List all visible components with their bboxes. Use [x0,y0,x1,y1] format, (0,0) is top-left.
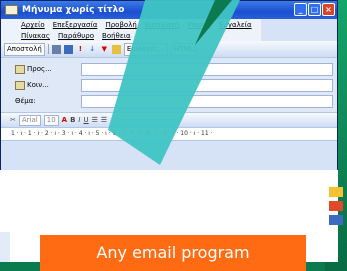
send-button[interactable]: Αποστολή [4,42,45,56]
address-book-icon [15,80,25,90]
toolbar-separator [47,44,49,54]
close-icon[interactable]: × [322,3,335,16]
to-row: Προς... [1,61,337,77]
address-book-icon [15,64,25,74]
menu-insert[interactable]: Εισαγωγή [145,21,179,30]
view-switch[interactable] [0,232,10,262]
menu-view[interactable]: Προβολή [105,21,136,30]
bold-icon[interactable]: B [70,116,75,124]
side-decoration [325,183,345,253]
menu-bar: Αρχείο Επεξεργασία Προβολή Εισαγωγή Μορφ… [1,19,261,41]
ruler: 1 · ı · 1 · ı · 2 · ı · 3 · ı · 4 · ı · … [1,127,337,141]
menu-help[interactable]: Βοήθεια [102,32,131,41]
align-left-icon[interactable]: ☰ [92,116,98,124]
font-select[interactable]: Arial [18,114,41,126]
menu-format[interactable]: Μορφή [187,21,211,30]
importance-high-icon[interactable]: ! [76,45,85,54]
standard-toolbar: Αποστολή ! ↓ ▼ Επιλογές... HTML [1,41,337,58]
menu-window[interactable]: Παράθυρο [58,32,94,41]
address-book-icon[interactable] [63,44,73,54]
flag-decoration-icon [329,187,343,225]
to-label: Προς... [27,65,52,73]
font-color-icon[interactable]: A [62,116,67,124]
format-select[interactable]: HTML [170,42,197,56]
title-bar: Μήνυμα χωρίς τίτλο _ □ × [1,1,337,19]
window-title: Μήνυμα χωρίς τίτλο [22,5,125,15]
menu-file[interactable]: Αρχείο [21,21,45,30]
subject-field[interactable] [81,94,333,108]
font-size-select[interactable]: 10 [43,114,59,126]
window-controls: _ □ × [294,3,335,16]
cc-button[interactable]: Κοιν... [1,80,81,90]
header-fields: Προς... Κοιν... Θέμα: [1,58,337,112]
align-center-icon[interactable]: ☰ [101,116,107,124]
formatting-toolbar: ✂ Arial 10 A B I U ☰ ☰ [1,112,337,127]
to-field[interactable] [81,62,333,76]
subject-label: Θέμα: [15,97,36,105]
cut-icon[interactable]: ✂ [10,116,16,125]
flag-icon[interactable]: ▼ [100,45,109,54]
minimize-icon[interactable]: _ [294,3,307,16]
caption-banner: Any email program [40,235,306,271]
envelope-icon [5,5,18,15]
maximize-icon[interactable]: □ [308,3,321,16]
signature-icon[interactable] [111,44,121,54]
to-button[interactable]: Προς... [1,64,81,74]
underline-icon[interactable]: U [84,116,89,124]
attach-icon[interactable] [51,44,61,54]
cc-label: Κοιν... [27,81,49,89]
menu-edit[interactable]: Επεξεργασία [53,21,98,30]
cc-field[interactable] [81,78,333,92]
cc-row: Κοιν... [1,77,337,93]
subject-row: Θέμα: [1,93,337,109]
importance-low-icon[interactable]: ↓ [88,45,97,54]
menu-tools[interactable]: Εργαλεία [219,21,252,30]
menu-table[interactable]: Πίνακας [21,32,50,41]
italic-icon[interactable]: I [78,116,80,124]
options-button[interactable]: Επιλογές... [123,42,168,56]
